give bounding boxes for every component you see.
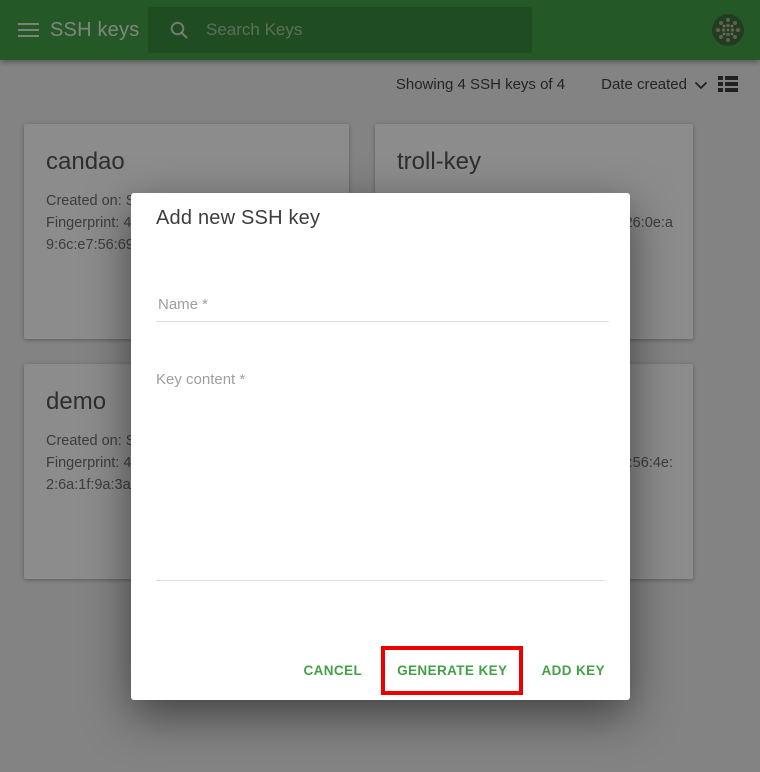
key-content-field[interactable] [156, 371, 605, 581]
annotation-highlight-box: GENERATE KEY [381, 646, 523, 695]
dialog-title: Add new SSH key [156, 207, 320, 230]
dialog-actions: CANCEL GENERATE KEY ADD KEY [301, 645, 607, 695]
add-ssh-key-dialog: Add new SSH key CANCEL GENERATE KEY ADD … [131, 193, 630, 700]
name-field[interactable] [156, 287, 609, 322]
ssh-keys-app: SSH keys [0, 0, 760, 772]
add-key-button[interactable]: ADD KEY [539, 653, 607, 688]
cancel-button[interactable]: CANCEL [301, 653, 364, 688]
generate-key-button[interactable]: GENERATE KEY [395, 653, 509, 688]
